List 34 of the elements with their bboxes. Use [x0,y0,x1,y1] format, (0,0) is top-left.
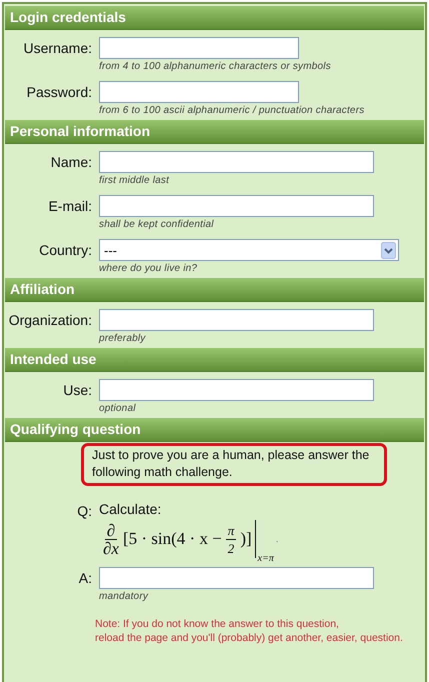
chevron-down-icon [381,242,396,258]
field-label: Name: [50,153,92,172]
input-field[interactable] [99,195,374,217]
section-header: Affiliation [5,278,424,302]
section-header: Intended use [5,348,424,372]
field-label: Organization: [8,311,92,330]
note-text: Note: If you do not know the answer to this question, reload the page and you'll (probably) get another, easier, question. [95,617,404,645]
section-header: Personal information [5,120,424,144]
input-field[interactable] [99,309,374,331]
field-hint: shall be kept confidential [99,219,214,231]
field-label: Username: [24,39,92,58]
field-hint: from 4 to 100 alphanumeric characters or symbols [99,61,331,73]
field-label: E-mail: [48,197,92,216]
question-prompt: Calculate: [99,500,162,519]
input-field[interactable] [99,379,374,401]
field-label: Country: [39,241,92,260]
question-label: Q: [77,502,92,520]
field-hint: first middle last [99,175,170,187]
field-label: A: [78,569,92,588]
country-dropdown[interactable]: --- [99,239,399,261]
field-hint: from 6 to 100 ascii alphanumeric / punctuation characters [99,105,364,117]
field-hint: where do you live in? [99,263,198,275]
field-label: Use: [63,381,92,400]
input-field[interactable] [99,81,299,103]
field-hint: preferably [99,333,146,345]
field-label: Password: [26,83,92,102]
challenge-notice: Just to prove you are a human, please answer the following math challenge. [81,443,387,486]
input-field[interactable] [99,37,299,59]
section-header: Login credentials [5,6,424,30]
field-hint: mandatory [99,591,148,603]
input-field[interactable] [99,151,374,173]
field-hint: optional [99,403,136,415]
section-header: Qualifying question [5,418,424,442]
input-field[interactable] [99,567,374,589]
